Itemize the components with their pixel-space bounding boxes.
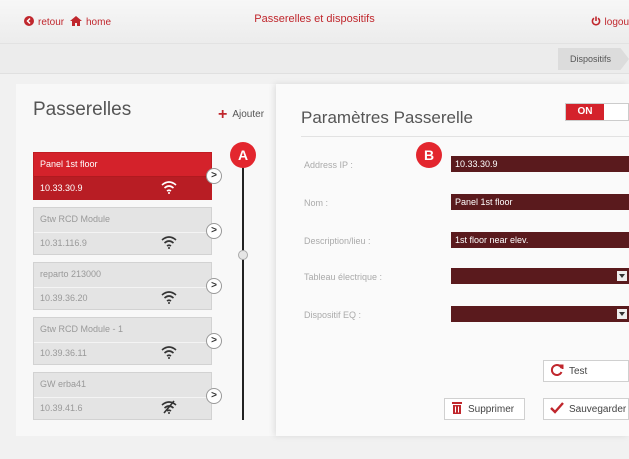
dropdown-arrow-icon xyxy=(617,309,627,319)
dropdown-arrow-icon xyxy=(617,271,627,281)
open-gateway-4-button[interactable]: > xyxy=(206,388,222,404)
logout-label: logou xyxy=(604,16,629,28)
gateway-toggle[interactable]: ON xyxy=(565,103,629,121)
save-label: Sauvegarder xyxy=(569,403,627,415)
gateway-item-3[interactable]: Gtw RCD Module - 1 10.39.36.11 xyxy=(33,317,212,365)
item-divider xyxy=(34,342,211,343)
chevron-right-icon: > xyxy=(211,280,217,291)
gateway-ip: 10.31.116.9 xyxy=(40,238,87,248)
device-select[interactable] xyxy=(451,306,629,322)
checkmark-icon xyxy=(550,401,564,417)
page-title: Passerelles et dispositifs xyxy=(254,13,375,25)
settings-title: Paramètres Passerelle xyxy=(301,108,473,127)
gateway-item-4[interactable]: GW erba41 10.39.41.6 xyxy=(33,372,212,420)
add-gateway-button[interactable]: + Ajouter xyxy=(218,105,265,123)
description-label: Description/lieu : xyxy=(304,236,371,246)
board-select[interactable] xyxy=(451,268,629,284)
gateway-item-2[interactable]: reparto 213000 10.39.36.20 xyxy=(33,262,212,310)
test-button[interactable]: Test xyxy=(543,360,629,382)
divider xyxy=(301,136,629,137)
test-label: Test xyxy=(569,365,588,377)
gateway-ip: 10.39.36.20 xyxy=(40,293,88,303)
wifi-icon xyxy=(161,235,177,249)
item-divider xyxy=(34,287,211,288)
breadcrumb-dispositifs[interactable]: Dispositifs xyxy=(557,48,629,70)
gateway-item-0[interactable]: Panel 1st floor 10.33.30.9 xyxy=(33,152,212,200)
marker-b: B xyxy=(416,142,442,168)
device-label: Dispositif EQ : xyxy=(304,310,362,320)
refresh-icon xyxy=(550,363,564,380)
gateway-ip: 10.33.30.9 xyxy=(40,183,83,193)
add-label: Ajouter xyxy=(232,109,265,120)
gateway-ip: 10.39.36.11 xyxy=(40,348,87,358)
scrollbar-thumb[interactable] xyxy=(238,250,248,260)
wifi-icon xyxy=(161,345,177,359)
delete-button[interactable]: Supprimer xyxy=(444,398,525,420)
chevron-right-icon: > xyxy=(211,170,217,181)
chevron-right-icon: > xyxy=(211,390,217,401)
wifi-off-icon xyxy=(161,400,177,414)
open-gateway-1-button[interactable]: > xyxy=(206,223,222,239)
open-gateway-2-button[interactable]: > xyxy=(206,278,222,294)
gateways-title: Passerelles xyxy=(33,99,132,120)
gateway-item-1[interactable]: Gtw RCD Module 10.31.116.9 xyxy=(33,207,212,255)
plus-icon: + xyxy=(218,105,228,123)
open-gateway-3-button[interactable]: > xyxy=(206,333,222,349)
gateway-ip: 10.39.41.6 xyxy=(40,403,83,413)
gateway-name: Gtw RCD Module xyxy=(40,214,111,224)
name-field[interactable]: Panel 1st floor xyxy=(451,194,629,210)
wifi-icon xyxy=(161,180,177,194)
item-divider xyxy=(34,232,211,233)
breadcrumb-bar xyxy=(0,44,629,74)
chevron-right-icon: > xyxy=(211,335,217,346)
save-button[interactable]: Sauvegarder xyxy=(543,398,629,420)
gateway-name: reparto 213000 xyxy=(40,269,102,279)
marker-a: A xyxy=(230,142,256,168)
logout-button[interactable]: logou xyxy=(591,14,629,30)
name-label: Nom : xyxy=(304,198,329,208)
power-icon xyxy=(591,16,601,29)
ip-field[interactable]: 10.33.30.9 xyxy=(451,156,629,172)
wifi-icon xyxy=(161,290,177,304)
gateway-name: Gtw RCD Module - 1 xyxy=(40,324,124,334)
item-divider xyxy=(34,397,211,398)
open-gateway-0-button[interactable]: > xyxy=(206,168,222,184)
board-label: Tableau électrique : xyxy=(304,272,383,282)
gateway-name: Panel 1st floor xyxy=(40,159,98,169)
gateway-name: GW erba41 xyxy=(40,379,87,389)
delete-label: Supprimer xyxy=(468,403,515,415)
toggle-on-label: ON xyxy=(566,104,604,120)
ip-label: Address IP : xyxy=(304,160,353,170)
description-field[interactable]: 1st floor near elev. xyxy=(451,232,629,248)
trash-icon xyxy=(451,401,463,417)
list-scrollbar[interactable] xyxy=(242,158,244,420)
chevron-right-icon: > xyxy=(211,225,217,236)
